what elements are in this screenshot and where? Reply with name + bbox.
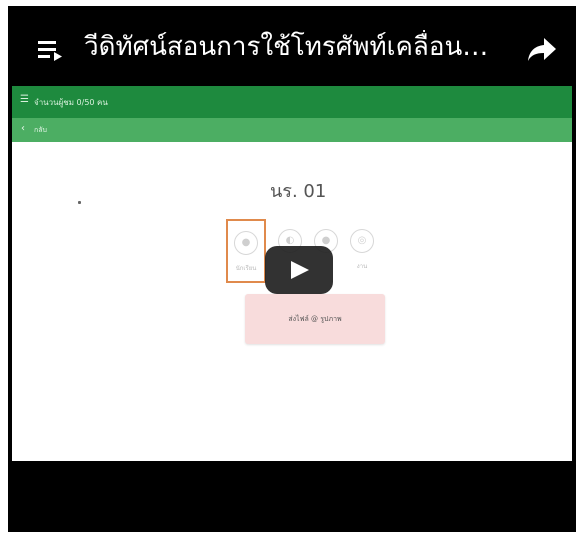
play-button[interactable] (265, 246, 333, 294)
play-icon (291, 261, 309, 279)
slide-title: นร. 01 (270, 181, 327, 202)
person-icon: ● (234, 231, 258, 255)
back-icon: ‹ (21, 123, 25, 134)
image-icon: ◎ (350, 229, 374, 253)
popup-text: ส่งไฟล์ @ รูปภาพ (288, 315, 342, 323)
app-sub-bar-text: กลับ (34, 126, 47, 134)
video-player[interactable]: วีดิทัศน์สอนการใช้โทรศัพท์เคลื่อนที่... … (8, 6, 576, 532)
option-label: งาน (356, 263, 368, 270)
video-bottom-bar (8, 466, 576, 532)
video-title[interactable]: วีดิทัศน์สอนการใช้โทรศัพท์เคลื่อนที่... (84, 30, 504, 64)
app-sub-bar: ‹ กลับ (12, 118, 572, 142)
share-icon[interactable] (527, 36, 557, 66)
app-header-text: จำนวนผู้ชม 0/50 คน (34, 98, 108, 107)
video-top-bar: วีดิทัศน์สอนการใช้โทรศัพท์เคลื่อนที่... (8, 6, 576, 86)
cursor-dot (78, 201, 81, 204)
option-student: ● นักเรียน (226, 219, 266, 283)
option-label: นักเรียน (235, 265, 257, 272)
playlist-icon[interactable] (38, 38, 68, 66)
hamburger-icon: ☰ (20, 94, 29, 105)
app-header-bar: ☰ จำนวนผู้ชม 0/50 คน (12, 86, 572, 118)
popup-card: ส่งไฟล์ @ รูปภาพ (245, 294, 385, 344)
option-work: ◎ งาน (342, 219, 382, 283)
